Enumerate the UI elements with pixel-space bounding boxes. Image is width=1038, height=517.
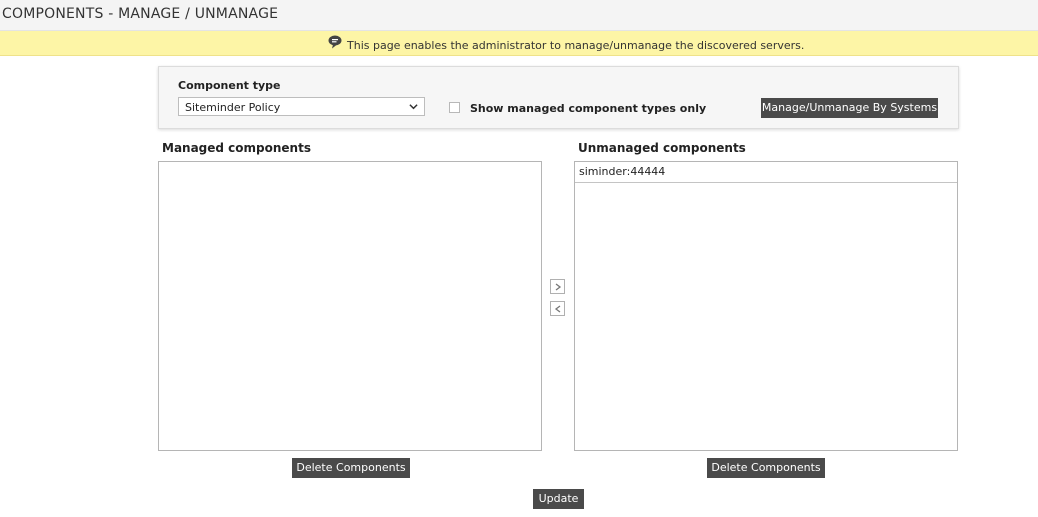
move-to-unmanaged-button[interactable]	[550, 301, 565, 316]
component-type-label: Component type	[178, 79, 281, 92]
show-managed-only-checkbox[interactable]	[449, 102, 460, 113]
managed-components-heading: Managed components	[162, 141, 311, 155]
move-to-managed-button[interactable]	[550, 279, 565, 294]
title-bar: COMPONENTS - MANAGE / UNMANAGE	[0, 0, 1038, 31]
info-message: This page enables the administrator to m…	[347, 39, 805, 52]
unmanaged-components-list[interactable]: siminder:44444	[574, 161, 958, 451]
delete-managed-components-button[interactable]: Delete Components	[292, 458, 410, 478]
info-bar: This page enables the administrator to m…	[0, 31, 1038, 56]
chevron-right-icon	[555, 283, 562, 291]
managed-components-list[interactable]	[158, 161, 542, 451]
delete-unmanaged-components-button[interactable]: Delete Components	[707, 458, 825, 478]
list-item[interactable]: siminder:44444	[575, 162, 957, 183]
show-managed-only-label: Show managed component types only	[470, 102, 707, 115]
component-type-selected-value: Siteminder Policy	[185, 101, 281, 114]
page-title: COMPONENTS - MANAGE / UNMANAGE	[2, 6, 279, 22]
chevron-down-icon	[409, 104, 418, 110]
speech-bubble-icon	[328, 35, 342, 49]
component-type-select[interactable]: Siteminder Policy	[178, 97, 425, 116]
filter-panel: Component type Siteminder Policy Show ma…	[158, 66, 959, 129]
update-button[interactable]: Update	[533, 489, 584, 509]
unmanaged-components-heading: Unmanaged components	[578, 141, 746, 155]
manage-by-systems-button[interactable]: Manage/Unmanage By Systems	[761, 98, 938, 118]
chevron-left-icon	[554, 305, 561, 313]
